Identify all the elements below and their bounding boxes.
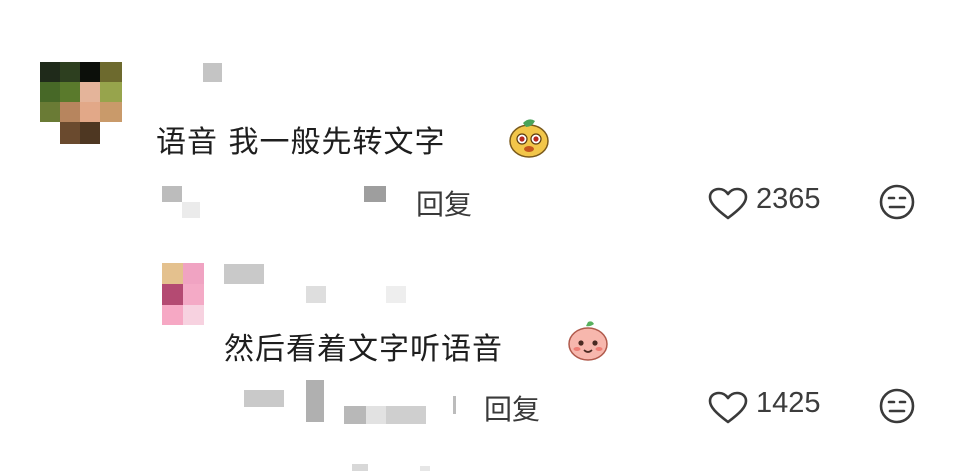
like-button[interactable]: 1425 xyxy=(708,387,838,424)
meh-face-icon xyxy=(879,388,915,424)
comment-text: 然后看着文字听语音 xyxy=(224,324,503,368)
timestamp-mosaic xyxy=(162,186,182,202)
username-mosaic[interactable] xyxy=(203,63,222,82)
meh-face-icon xyxy=(879,184,915,220)
dog-face-emoji xyxy=(508,115,550,159)
location-mosaic xyxy=(386,406,426,424)
dislike-button[interactable] xyxy=(878,387,916,425)
location-mosaic xyxy=(344,406,366,424)
heart-outline-icon xyxy=(708,187,748,220)
separator-mosaic xyxy=(453,396,456,414)
comment-text: 语音 我一般先转文字 xyxy=(156,117,446,161)
like-button[interactable]: 2365 xyxy=(708,183,838,220)
reply-button[interactable]: 回复 xyxy=(416,183,472,223)
timestamp-mosaic xyxy=(244,390,284,407)
dislike-button[interactable] xyxy=(878,183,916,221)
next-comment-mosaic xyxy=(420,466,430,471)
location-mosaic xyxy=(366,406,386,424)
username-mosaic[interactable] xyxy=(224,264,264,284)
avatar[interactable] xyxy=(162,263,204,325)
username-mosaic xyxy=(306,286,326,303)
peach-face-emoji xyxy=(566,318,610,362)
comment-text-label: 然后看着文字听语音 xyxy=(224,332,503,367)
heart-outline-icon xyxy=(708,391,748,424)
reply-label: 回复 xyxy=(484,393,541,426)
next-comment-mosaic xyxy=(352,464,368,471)
timestamp-mosaic xyxy=(182,202,200,218)
timestamp-mosaic xyxy=(306,380,324,422)
comment-text-label: 语音 我一般先转文字 xyxy=(156,125,446,160)
reply-label: 回复 xyxy=(416,188,473,221)
location-mosaic xyxy=(364,186,386,202)
username-mosaic xyxy=(386,286,406,303)
reply-button[interactable]: 回复 xyxy=(484,388,540,428)
like-count: 1425 xyxy=(756,387,821,419)
like-count: 2365 xyxy=(756,183,821,215)
avatar[interactable] xyxy=(40,62,122,144)
